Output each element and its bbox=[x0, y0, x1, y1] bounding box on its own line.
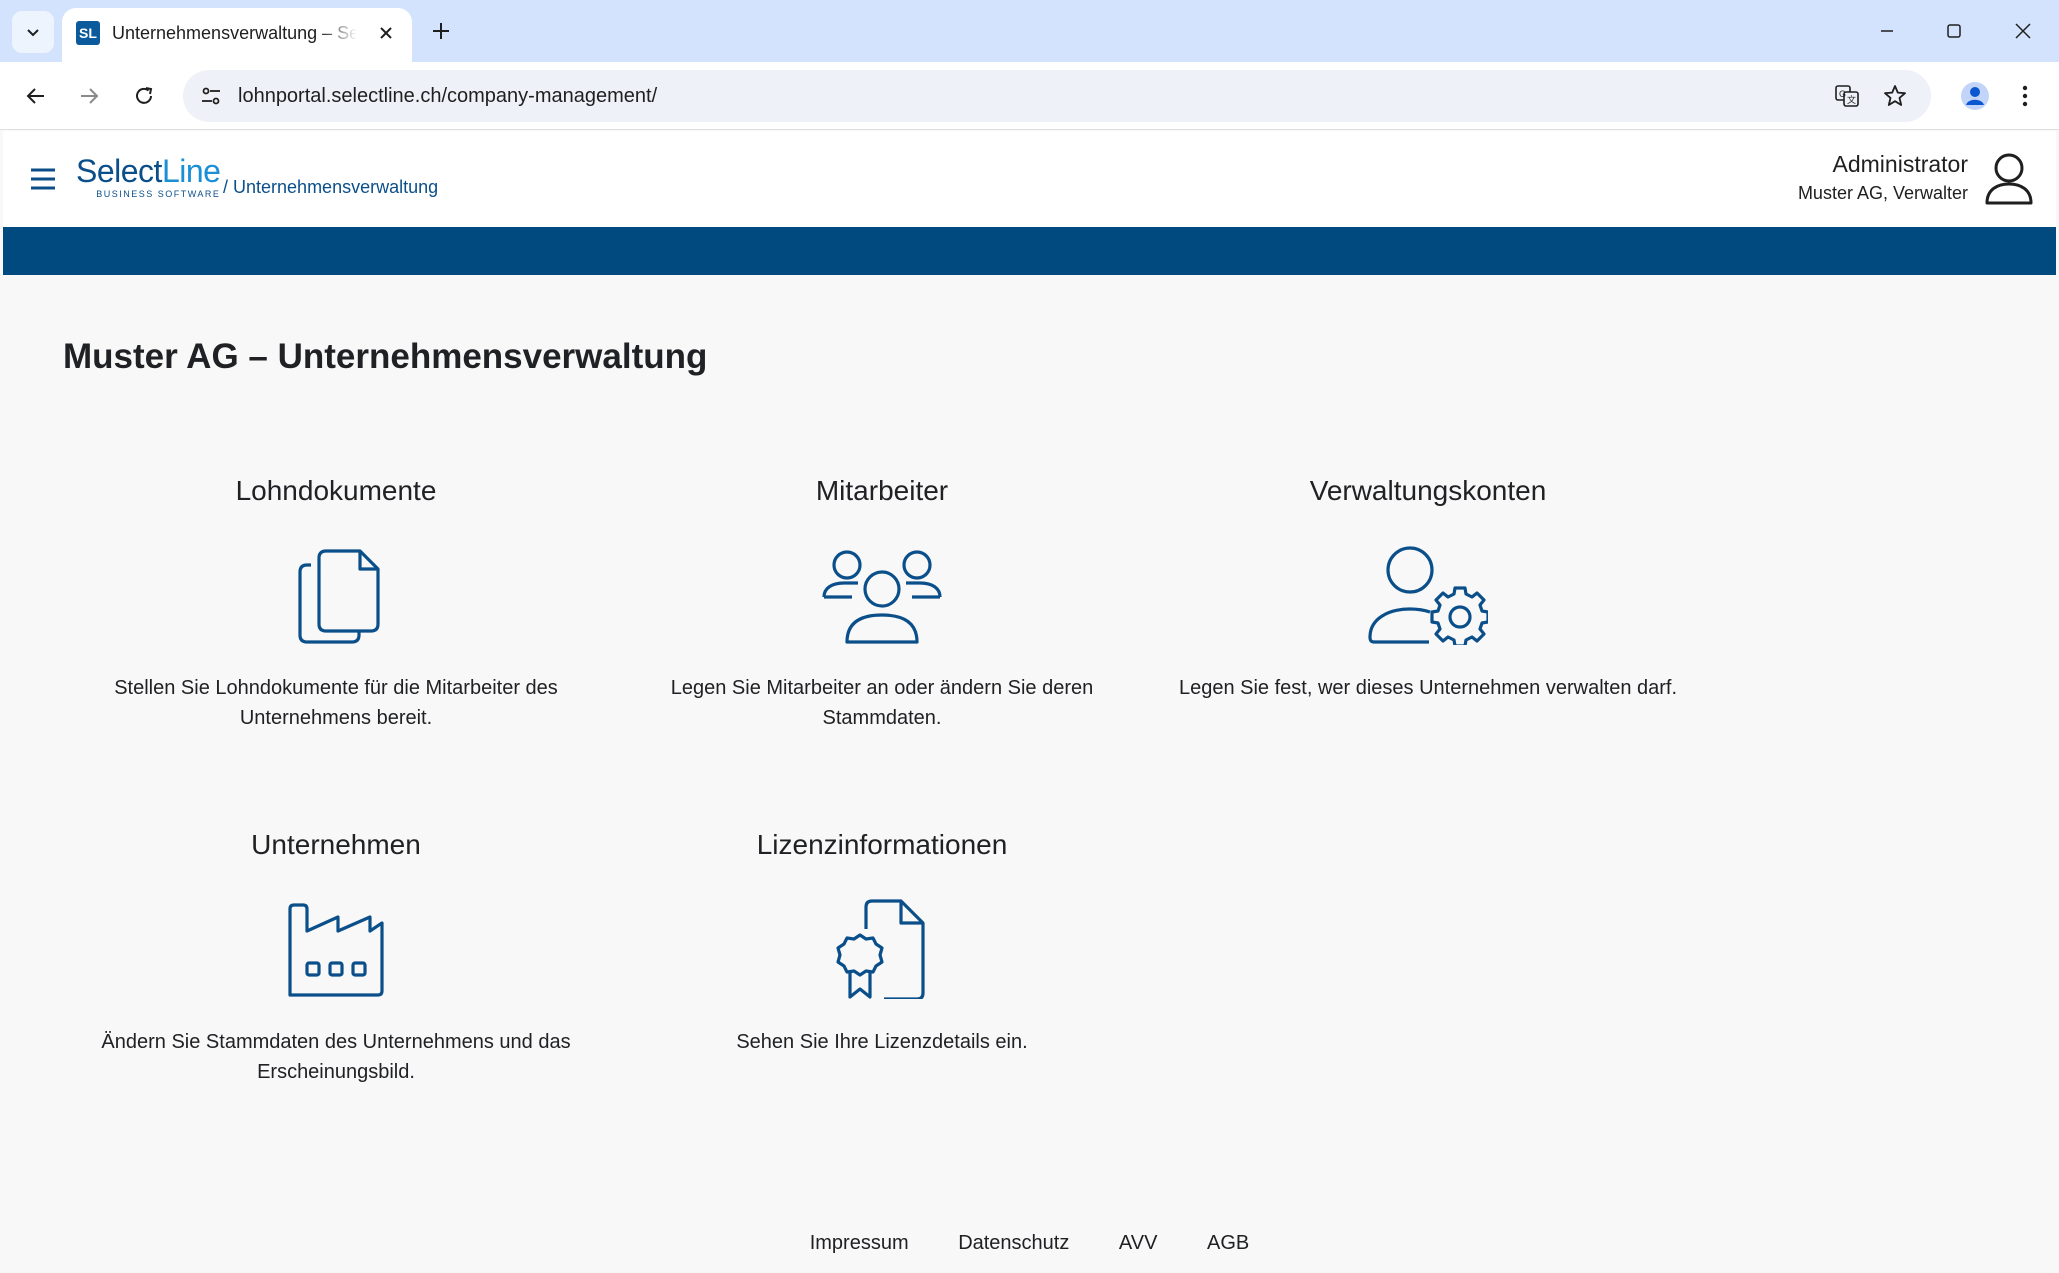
url-text: lohnportal.selectline.ch/company-managem… bbox=[238, 85, 658, 107]
breadcrumb-link[interactable]: Unternehmensverwaltung bbox=[233, 177, 438, 197]
arrow-right-icon bbox=[81, 88, 99, 104]
site-info-button[interactable] bbox=[193, 78, 229, 114]
logo-text-accent: Line bbox=[161, 153, 221, 189]
tune-icon bbox=[202, 87, 220, 105]
documents-icon bbox=[298, 549, 380, 644]
bookmark-button[interactable] bbox=[1879, 80, 1911, 112]
card-description: Legen Sie Mitarbeiter an oder ändern Sie… bbox=[670, 677, 1094, 729]
tab-close-button[interactable] bbox=[374, 21, 398, 45]
app-header: SelectLine BUSINESS SOFTWARE / Unternehm… bbox=[3, 131, 2056, 227]
tab-search-button[interactable] bbox=[12, 11, 54, 53]
card-lizenzinformationen[interactable]: Lizenzinformationen Sehen Sie Ihre Lizen… bbox=[622, 829, 1142, 1057]
card-title: Mitarbeiter bbox=[815, 475, 949, 506]
card-lohndokumente[interactable]: Lohndokumente Stellen Sie Lohndokumente … bbox=[76, 475, 596, 733]
card-verwaltungskonten[interactable]: Verwaltungskonten Legen Sie fest, wer di… bbox=[1168, 475, 1688, 703]
translate-icon: G文 bbox=[1835, 85, 1859, 107]
maximize-button[interactable] bbox=[1924, 10, 1984, 52]
plus-icon bbox=[433, 23, 449, 39]
more-vert-icon bbox=[2022, 85, 2028, 107]
chevron-down-icon bbox=[27, 29, 39, 37]
card-title: Lizenzinformationen bbox=[756, 829, 1008, 860]
window-close-button[interactable] bbox=[1993, 10, 2053, 52]
menu-button[interactable] bbox=[23, 161, 63, 197]
address-bar[interactable]: lohnportal.selectline.ch/company-managem… bbox=[183, 70, 1931, 122]
certificate-icon bbox=[836, 899, 925, 999]
browser-tabstrip: SL Unternehmensverwaltung – SelectLine bbox=[0, 0, 2059, 62]
users-group-icon bbox=[822, 550, 942, 644]
maximize-icon bbox=[1947, 24, 1961, 38]
hamburger-icon bbox=[31, 168, 55, 190]
close-icon bbox=[2015, 23, 2031, 39]
footer-link-impressum[interactable]: Impressum bbox=[810, 1232, 909, 1254]
favicon-icon: SL bbox=[76, 21, 100, 45]
user-name: Administrator bbox=[1832, 151, 1968, 177]
user-account-icon[interactable] bbox=[1984, 151, 2034, 205]
avatar-icon bbox=[1961, 82, 1989, 110]
new-tab-button[interactable] bbox=[425, 15, 457, 47]
card-description: Legen Sie fest, wer dieses Unternehmen v… bbox=[1178, 677, 1678, 699]
card-description: Sehen Sie Ihre Lizenzdetails ein. bbox=[736, 1031, 1028, 1053]
star-icon bbox=[1884, 85, 1906, 106]
arrow-left-icon bbox=[26, 88, 44, 104]
footer: Impressum Datenschutz AVV AGB bbox=[0, 1232, 2059, 1255]
breadcrumb-separator: / bbox=[223, 177, 234, 197]
logo-subtitle: BUSINESS SOFTWARE bbox=[96, 189, 221, 199]
profile-button[interactable] bbox=[1955, 76, 1995, 116]
svg-text:G: G bbox=[1839, 89, 1846, 99]
card-mitarbeiter[interactable]: Mitarbeiter Legen Sie Mitarbeiter an ode… bbox=[622, 475, 1142, 733]
selectline-logo[interactable]: SelectLine BUSINESS SOFTWARE bbox=[76, 153, 221, 199]
reload-button[interactable] bbox=[124, 76, 164, 116]
browser-tab-active[interactable]: SL Unternehmensverwaltung – SelectLine bbox=[62, 8, 412, 62]
translate-button[interactable]: G文 bbox=[1831, 80, 1863, 112]
header-accent-bar bbox=[3, 227, 2056, 275]
user-role: Muster AG, Verwalter bbox=[1797, 183, 1968, 203]
reload-icon bbox=[136, 87, 153, 104]
breadcrumb: / Unternehmensverwaltung bbox=[223, 177, 438, 198]
browser-menu-button[interactable] bbox=[2005, 76, 2045, 116]
card-title: Lohndokumente bbox=[235, 475, 437, 506]
forward-button[interactable] bbox=[69, 76, 109, 116]
card-description: Stellen Sie Lohndokumente für die Mitarb… bbox=[114, 677, 558, 729]
minimize-button[interactable] bbox=[1857, 10, 1917, 52]
tab-title: Unternehmensverwaltung – SelectLine bbox=[112, 23, 357, 43]
page-title: Muster AG – Unternehmensverwaltung bbox=[63, 337, 708, 376]
minimize-icon bbox=[1881, 30, 1893, 32]
browser-toolbar: lohnportal.selectline.ch/company-managem… bbox=[0, 62, 2059, 130]
card-title: Verwaltungskonten bbox=[1309, 475, 1547, 506]
footer-link-avv[interactable]: AVV bbox=[1119, 1232, 1158, 1254]
user-settings-icon bbox=[1368, 546, 1488, 645]
footer-link-agb[interactable]: AGB bbox=[1207, 1232, 1249, 1254]
card-description: Ändern Sie Stammdaten des Unternehmens u… bbox=[101, 1031, 571, 1083]
logo-text: Select bbox=[76, 153, 162, 189]
footer-link-datenschutz[interactable]: Datenschutz bbox=[958, 1232, 1069, 1254]
card-unternehmen[interactable]: Unternehmen Ändern Sie Stammdaten des Un… bbox=[76, 829, 596, 1087]
close-icon bbox=[380, 27, 392, 39]
card-title: Unternehmen bbox=[251, 829, 421, 860]
back-button[interactable] bbox=[16, 76, 56, 116]
factory-icon bbox=[288, 903, 384, 997]
svg-text:文: 文 bbox=[1847, 94, 1856, 105]
